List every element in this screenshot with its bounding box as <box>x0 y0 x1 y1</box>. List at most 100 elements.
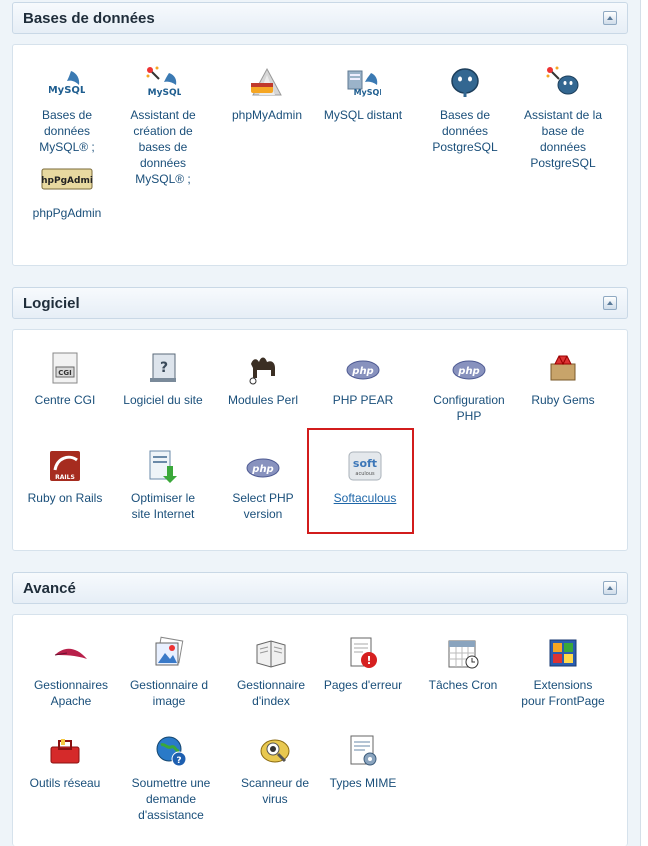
rails-icon: RAILS <box>50 451 80 481</box>
php-icon: php <box>346 360 380 380</box>
item-label: Optimiser le site Internet <box>130 491 195 521</box>
item-label: Assistant de la base de données PostgreS… <box>523 108 603 170</box>
item-index-manager[interactable]: Gestionnaire d'index <box>223 635 319 709</box>
mime-types-icon <box>350 735 377 766</box>
svg-text:phpPgAdmin: phpPgAdmin <box>41 176 93 186</box>
item-phppgadmin[interactable]: phpPgAdmin phpPgAdmin <box>19 163 115 221</box>
item-mysql-wizard[interactable]: MySQL Assistant de création de bases de … <box>115 65 211 187</box>
item-apache-handlers[interactable]: Gestionnaires Apache <box>23 635 119 709</box>
collapse-software-button[interactable] <box>603 296 617 310</box>
item-label: Assistant de création de bases de donnée… <box>130 108 196 186</box>
index-manager-icon <box>256 640 286 668</box>
item-label: Bases de données MySQL® ; <box>39 108 95 154</box>
item-phpmyadmin[interactable]: phpMyAdmin <box>219 65 315 123</box>
item-network-tools[interactable]: Outils réseau <box>17 733 113 791</box>
collapse-databases-button[interactable] <box>603 11 617 25</box>
remote-mysql-icon: MySQL <box>347 70 381 97</box>
section-header-databases[interactable]: Bases de données <box>12 2 628 34</box>
section-header-software[interactable]: Logiciel <box>12 287 628 319</box>
ruby-gems-icon <box>550 355 576 381</box>
php-icon: php <box>246 458 280 478</box>
item-mysql-databases[interactable]: MySQL Bases de données MySQL® ; <box>19 65 115 155</box>
section-body-advanced: Gestionnaires Apache Gestionnaire d imag… <box>12 614 628 846</box>
item-php-config[interactable]: php Configuration PHP <box>421 350 517 424</box>
virus-scanner-icon <box>260 739 290 763</box>
section-title-databases: Bases de données <box>23 10 155 27</box>
phpmyadmin-icon <box>251 67 282 96</box>
section-title-software: Logiciel <box>23 295 80 312</box>
apache-feather-icon <box>54 648 87 659</box>
cpanel-page: Bases de données MySQL Bases de données … <box>0 0 641 846</box>
item-site-software[interactable]: ? Logiciel du site <box>115 350 211 408</box>
svg-text:php: php <box>351 366 373 377</box>
item-label: Gestionnaires Apache <box>33 678 109 708</box>
frontpage-icon <box>549 639 577 667</box>
item-virus-scanner[interactable]: Scanneur de virus <box>227 733 323 807</box>
item-label: Extensions pour FrontPage <box>521 678 605 708</box>
item-label: Soumettre une demande d'assistance <box>131 776 211 822</box>
item-image-manager[interactable]: Gestionnaire d image <box>121 635 217 709</box>
item-ruby-gems[interactable]: Ruby Gems <box>515 350 611 408</box>
item-postgresql[interactable]: Bases de données PostgreSQL <box>417 65 513 155</box>
item-label: Scanneur de virus <box>240 776 310 806</box>
item-label: Pages d'erreur <box>323 678 403 692</box>
svg-text:CGI: CGI <box>58 369 72 377</box>
mysql-wizard-icon: MySQL <box>146 66 181 98</box>
error-pages-icon: ! <box>350 637 377 668</box>
item-mime-types[interactable]: Types MIME <box>315 733 411 791</box>
postgresql-wizard-icon <box>546 66 579 95</box>
item-label: Gestionnaire d image <box>129 678 209 708</box>
item-perl-modules[interactable]: Modules Perl <box>215 350 311 408</box>
site-software-icon: ? <box>150 353 176 382</box>
item-label: Configuration PHP <box>433 393 505 423</box>
svg-text:php: php <box>457 366 479 377</box>
item-error-pages[interactable]: ! Pages d'erreur <box>315 635 411 693</box>
optimize-site-icon <box>149 450 177 483</box>
svg-text:!: ! <box>366 654 371 667</box>
svg-text:MySQL: MySQL <box>148 88 181 98</box>
svg-text:MySQL: MySQL <box>49 85 85 96</box>
php-icon: php <box>452 360 486 380</box>
item-select-php-version[interactable]: php Select PHP version <box>215 448 311 522</box>
item-cron-jobs[interactable]: Tâches Cron <box>415 635 511 693</box>
item-label: phpPgAdmin <box>32 206 102 220</box>
item-label: Gestionnaire d'index <box>236 678 306 708</box>
softaculous-highlight-box <box>307 428 414 534</box>
item-cgi-center[interactable]: CGI Centre CGI <box>17 350 113 408</box>
item-ruby-on-rails[interactable]: RAILS Ruby on Rails <box>17 448 113 506</box>
svg-text:RAILS: RAILS <box>55 474 75 481</box>
cgi-icon: CGI <box>52 352 78 384</box>
svg-text:?: ? <box>176 756 181 766</box>
item-label: Ruby Gems <box>531 393 595 407</box>
item-remote-mysql[interactable]: MySQL MySQL distant <box>315 65 411 123</box>
section-header-advanced[interactable]: Avancé <box>12 572 628 604</box>
section-title-advanced: Avancé <box>23 580 76 597</box>
item-label: Tâches Cron <box>428 678 498 692</box>
item-optimize-site[interactable]: Optimiser le site Internet <box>115 448 211 522</box>
postgresql-icon <box>451 68 479 97</box>
item-frontpage-extensions[interactable]: Extensions pour FrontPage <box>515 635 611 709</box>
cron-calendar-icon <box>448 640 479 669</box>
network-tools-icon <box>50 739 80 764</box>
svg-text:php: php <box>251 464 273 475</box>
item-label: Ruby on Rails <box>27 491 103 505</box>
item-label: Centre CGI <box>34 393 96 407</box>
item-label: Outils réseau <box>29 776 101 790</box>
item-label: Logiciel du site <box>123 393 203 407</box>
item-php-pear[interactable]: php PHP PEAR <box>315 350 411 408</box>
item-label: PHP PEAR <box>332 393 394 407</box>
item-support-request[interactable]: ? Soumettre une demande d'assistance <box>123 733 219 823</box>
item-label: Modules Perl <box>227 393 299 407</box>
collapse-advanced-button[interactable] <box>603 581 617 595</box>
support-globe-icon: ? <box>156 736 187 767</box>
item-label: Bases de données PostgreSQL <box>432 108 498 154</box>
item-label: MySQL distant <box>323 108 403 122</box>
image-manager-icon <box>155 636 184 666</box>
item-label: Types MIME <box>329 776 397 790</box>
item-postgresql-wizard[interactable]: Assistant de la base de données PostgreS… <box>515 65 611 171</box>
mysql-icon: MySQL <box>49 71 85 96</box>
item-label: Select PHP version <box>232 491 294 521</box>
section-body-databases: MySQL Bases de données MySQL® ; MySQL As… <box>12 44 628 266</box>
item-label: phpMyAdmin <box>231 108 303 122</box>
svg-text:?: ? <box>160 360 168 376</box>
